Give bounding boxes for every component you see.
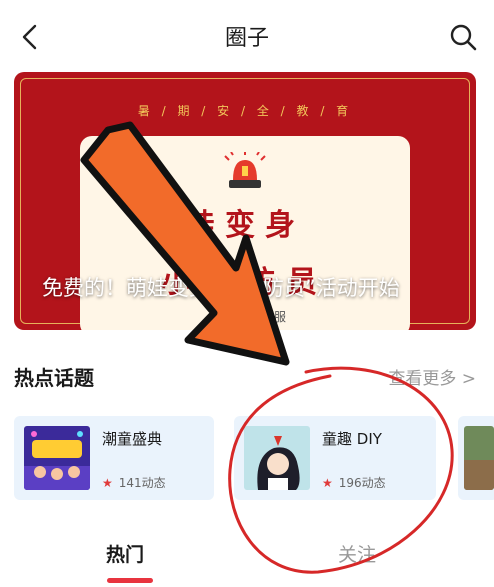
siren-icon bbox=[223, 151, 267, 190]
active-tab-indicator bbox=[107, 578, 153, 583]
topic-count: ★ 196动态 bbox=[322, 474, 386, 491]
topic-card[interactable]: 潮童盛典 ★ 141动态 bbox=[14, 416, 214, 500]
topic-card-partial[interactable] bbox=[458, 416, 494, 500]
banner-small-text: 制服 bbox=[262, 310, 287, 324]
topic-thumbnail bbox=[244, 426, 310, 490]
tab-hot[interactable]: 热门 bbox=[106, 540, 144, 567]
topic-count-value: 196动态 bbox=[338, 476, 386, 490]
topic-thumbnail bbox=[464, 426, 494, 490]
banner-edu-text: 暑 / 期 / 安 / 全 / 教 / 育 bbox=[137, 104, 353, 118]
topic-card[interactable]: 童趣 DIY ★ 196动态 bbox=[234, 416, 436, 500]
tab-follow[interactable]: 关注 bbox=[338, 540, 376, 567]
banner-headline-1: 娃变身 bbox=[185, 208, 305, 243]
promo-banner[interactable]: 暑 / 期 / 安 / 全 / 教 / 育 娃变身 小消防员 免费的！萌娃变身“… bbox=[14, 72, 476, 330]
star-icon: ★ bbox=[322, 476, 333, 490]
search-icon[interactable] bbox=[448, 22, 478, 52]
topic-count: ★ 141动态 bbox=[102, 474, 166, 491]
star-icon: ★ bbox=[102, 476, 113, 490]
page-title: 圈子 bbox=[224, 26, 269, 51]
see-more-link[interactable]: 查看更多 > bbox=[388, 364, 476, 389]
topic-name: 童趣 DIY bbox=[322, 430, 382, 448]
top-bar: 圈子 bbox=[0, 0, 494, 72]
topic-thumbnail bbox=[24, 426, 90, 490]
hot-topics-heading: 热点话题 bbox=[14, 366, 94, 390]
topic-name: 潮童盛典 bbox=[102, 430, 163, 448]
topic-count-value: 141动态 bbox=[118, 476, 166, 490]
banner-caption: 免费的！萌娃变身“小消防员”活动开始 bbox=[42, 276, 400, 300]
